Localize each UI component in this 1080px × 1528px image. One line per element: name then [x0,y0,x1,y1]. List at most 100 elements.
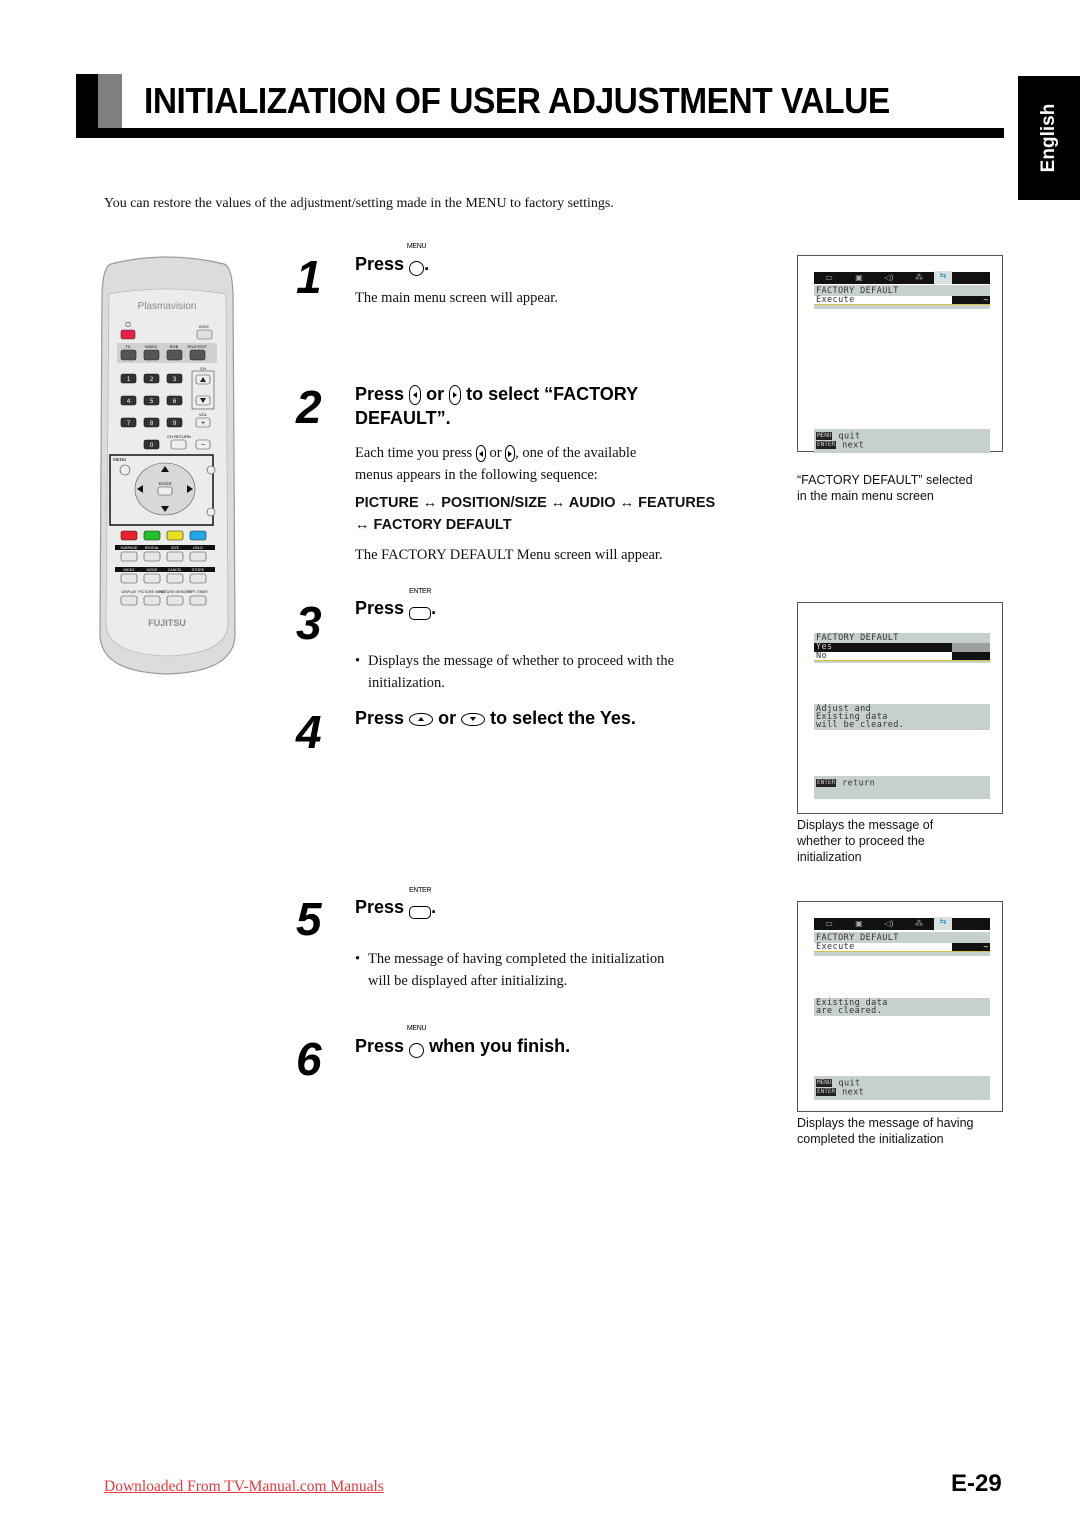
remote-color-key [189,530,207,541]
remote-source-button [166,349,183,361]
remote-label: TELETEXT [187,344,208,349]
remote-control-illustration: Plasmavision ⏻ WIDE TV VIDEO RGB TELETEXT 1… [99,254,236,676]
remote-function-key [166,595,184,606]
svg-text:WIDE: WIDE [199,324,210,329]
enter-key-icon: ENTER [409,887,431,919]
step-number-5: 5 [296,893,322,945]
svg-text:ENTER: ENTER [159,482,172,486]
step-5-heading: Press ENTER. [355,886,437,919]
remote-label: SIZE [171,546,180,550]
right-key-icon [505,445,516,463]
remote-brand: Plasmavision [138,301,197,312]
osd-row-execute: Execute ¬ [814,295,990,305]
remote-label: TV [125,344,130,349]
osd-screen-complete: ▭ ▣ ◁) ⁂ ⇆ FACTORY DEFAULT Execute ¬ Existing… [797,901,1003,1112]
page-title: INITIALIZATION OF USER ADJUSTMENT VALUE [144,80,890,121]
remote-function-key [189,595,207,606]
remote-color-key [120,530,138,541]
menu-sequence: PICTURE ↔ POSITION/SIZE ↔ AUDIO ↔ FEATUR… [355,495,716,533]
remote-function-key [143,573,161,584]
language-tab: English [1018,76,1080,200]
osd-option-yes: Yes [814,643,990,652]
title-underline [76,128,1004,138]
step-number-4: 4 [296,706,322,758]
remote-function-key [120,595,138,606]
remote-function-key [189,573,207,584]
down-key-icon [461,712,486,726]
osd-message: Adjust and Existing data will be cleared… [814,704,990,730]
screen-3-caption: Displays the message of having completed … [797,1116,974,1146]
osd-footer: ENTER return [814,776,990,799]
remote-label: RGB [170,344,179,349]
title-decor-grey [98,74,122,128]
page-number: E-29 [951,1470,1002,1497]
step-number-6: 6 [296,1033,322,1085]
remote-source-button [189,349,206,361]
svg-text:−: − [201,442,205,449]
remote-label: REVEAL [145,546,159,550]
remote-color-key [143,530,161,541]
osd-row-execute: Execute ¬ [814,942,990,952]
step-3-heading: Press ENTER. [355,587,437,620]
remote-label: SUBPAGE [120,546,138,550]
osd-panel: FACTORY DEFAULT Execute ¬ [814,932,990,956]
remote-source-button [143,349,160,361]
osd-screen-main-menu: ▭ ▣ ◁) ⁂ ⇆ FACTORY DEFAULT Execute ¬ MENU quit… [797,255,1003,453]
remote-label: MODE [147,568,158,572]
remote-function-key [120,573,138,584]
osd-panel: FACTORY DEFAULT Yes No [814,633,990,663]
remote-label: INDEX [124,568,136,572]
remote-color-key [166,530,184,541]
step-number-1: 1 [296,251,322,303]
download-source-link[interactable]: Downloaded From TV-Manual.com Manuals [104,1478,384,1496]
remote-label: OFF-TIMER [188,590,208,594]
remote-function-key [189,551,207,562]
intro-text: You can restore the values of the adjust… [104,196,614,211]
osd-message: Existing data are cleared. [814,998,990,1016]
screen-2-caption: Displays the message of whether to procee… [797,818,934,864]
language-label: English [1038,103,1059,173]
remote-function-key [120,551,138,562]
step-number-3: 3 [296,597,322,649]
step-4-heading: Press or to select the Yes. [355,708,636,728]
osd-screen-confirm: FACTORY DEFAULT Yes No Adjust and Existi… [797,602,1003,814]
step-3-bullet: Displays the message of whether to proce… [355,650,674,694]
title-bar: INITIALIZATION OF USER ADJUSTMENT VALUE [76,74,1004,138]
osd-menu-tabs: ▭ ▣ ◁) ⁂ ⇆ [814,917,990,930]
osd-footer: MENU quit ENTER next [814,429,990,453]
title-decor-black [76,74,98,136]
step-6-heading: Press MENU when you finish. [355,1025,570,1059]
step-1-heading: Press MENU. [355,243,429,277]
remote-label: HOLD [193,546,203,550]
step-2-text: Each time you press or , one of the avai… [355,445,637,483]
osd-footer: MENU quit ENTER next [814,1076,990,1100]
remote-function-key [166,573,184,584]
menu-key-icon: MENU [407,243,427,277]
step-5-bullet: The message of having completed the init… [355,948,664,992]
remote-function-key [143,595,161,606]
svg-text:VOL: VOL [199,412,208,417]
osd-menu-tabs: ▭ ▣ ◁) ⁂ ⇆ [814,271,990,284]
remote-function-key [166,551,184,562]
step-2-heading: Press or to select “FACTORY DEFAULT”. [355,384,639,428]
svg-text:CH RETURN: CH RETURN [167,434,191,439]
remote-function-key [143,551,161,562]
enter-key-icon: ENTER [409,588,431,620]
step-1-text: The main menu screen will appear. [355,290,558,306]
osd-panel: FACTORY DEFAULT Execute ¬ [814,285,990,309]
step-2-result-text: The FACTORY DEFAULT Menu screen will app… [355,547,663,563]
svg-text:⏻: ⏻ [125,321,131,329]
remote-brand-bottom: FUJITSU [148,618,186,628]
remote-label: DISPLAY [122,590,138,594]
svg-text:+: + [201,420,205,427]
menu-key-icon: MENU [407,1025,427,1059]
left-key-icon [475,445,486,463]
right-key-icon [449,385,462,406]
osd-option-no: No [814,652,990,661]
svg-text:MENU: MENU [113,457,126,462]
remote-source-button [120,349,137,361]
remote-label: CANCEL [168,568,183,572]
step-number-2: 2 [296,381,322,433]
remote-label: PICTURE MEMORY [159,590,192,594]
remote-label: STORE [192,568,205,572]
